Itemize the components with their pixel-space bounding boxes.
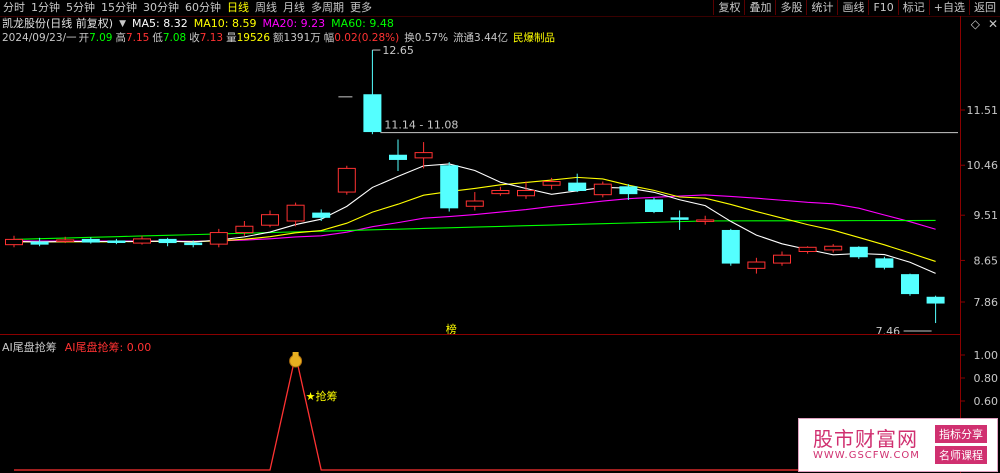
- high-mark-label: 12.65: [382, 44, 414, 57]
- candle-body: [389, 154, 407, 160]
- kline-chart[interactable]: 11.51 10.46 9.51 8.65 7.86 11.14 - 11.08 12.65…: [0, 0, 1000, 473]
- panel-divider[interactable]: [0, 334, 960, 335]
- candle-body: [773, 254, 791, 264]
- candle-body: [491, 189, 510, 195]
- site-name: 股市财富网: [813, 427, 918, 451]
- tag-indicator-share: 指标分享: [935, 425, 987, 443]
- candle-body: [926, 296, 945, 304]
- candle-body: [312, 212, 331, 218]
- tag-teacher-course: 名师课程: [935, 446, 987, 464]
- signal-label: ★抢筹: [306, 389, 338, 403]
- low-mark-label: 7.46: [876, 325, 901, 338]
- candle-body: [465, 200, 484, 207]
- ma60-line: [13, 219, 936, 240]
- candle-body: [670, 217, 689, 220]
- price-tick-label: 9.51: [974, 209, 999, 222]
- price-tick-label: 11.51: [967, 104, 999, 117]
- ma5-line: [13, 163, 936, 274]
- candle-body: [645, 199, 663, 213]
- candle-body: [209, 232, 228, 245]
- candle-body: [440, 165, 459, 209]
- candle-body: [235, 225, 254, 234]
- candle-body: [414, 152, 433, 159]
- range-label: 11.14 - 11.08: [384, 119, 458, 132]
- indicator-name[interactable]: AI尾盘抢筹: [2, 339, 57, 355]
- candle-body: [593, 183, 612, 196]
- candle-body: [81, 238, 100, 243]
- candle-body: [184, 242, 203, 246]
- candle-body: [696, 219, 715, 222]
- price-tick-label: 10.46: [967, 159, 999, 172]
- candle-body: [568, 182, 587, 191]
- candle-body: [56, 239, 75, 242]
- candle-body: [286, 204, 305, 222]
- candle-body: [5, 238, 23, 246]
- candle-body: [824, 245, 843, 251]
- candle-body: [619, 186, 638, 195]
- candle-body: [517, 189, 535, 197]
- indicator-legend: AI尾盘抢筹 AI尾盘抢筹: 0.00: [2, 339, 151, 355]
- candle-body: [30, 241, 49, 245]
- ma10-line: [13, 176, 936, 262]
- candle-body: [798, 246, 817, 253]
- candle-body: [363, 94, 382, 133]
- price-tick-label: 7.86: [974, 296, 999, 309]
- candle-body: [849, 246, 868, 258]
- candle-body: [747, 261, 766, 269]
- candle-body: [721, 229, 740, 264]
- price-tick-label: 8.65: [974, 254, 999, 267]
- candle-body: [158, 238, 177, 244]
- money-bag-neck: [292, 352, 299, 356]
- candle-body: [901, 274, 919, 295]
- site-watermark: 股市财富网 WWW.GSCFW.COM 指标分享 名师课程: [798, 418, 998, 472]
- candle-body: [337, 167, 356, 193]
- site-url: WWW.GSCFW.COM: [813, 450, 920, 461]
- money-bag-icon: [289, 354, 303, 368]
- candle-body: [875, 258, 894, 268]
- price-axis-line: [960, 16, 961, 473]
- candle-body: [107, 240, 126, 243]
- indicator-value: AI尾盘抢筹: 0.00: [64, 341, 152, 354]
- candle-body: [261, 214, 279, 226]
- indicator-tick-label: 0.80: [974, 372, 999, 385]
- indicator-tick-label: 1.00: [974, 349, 999, 362]
- candle-body: [542, 181, 561, 186]
- indicator-tick-label: 0.60: [974, 395, 999, 408]
- candle-body: [133, 238, 151, 244]
